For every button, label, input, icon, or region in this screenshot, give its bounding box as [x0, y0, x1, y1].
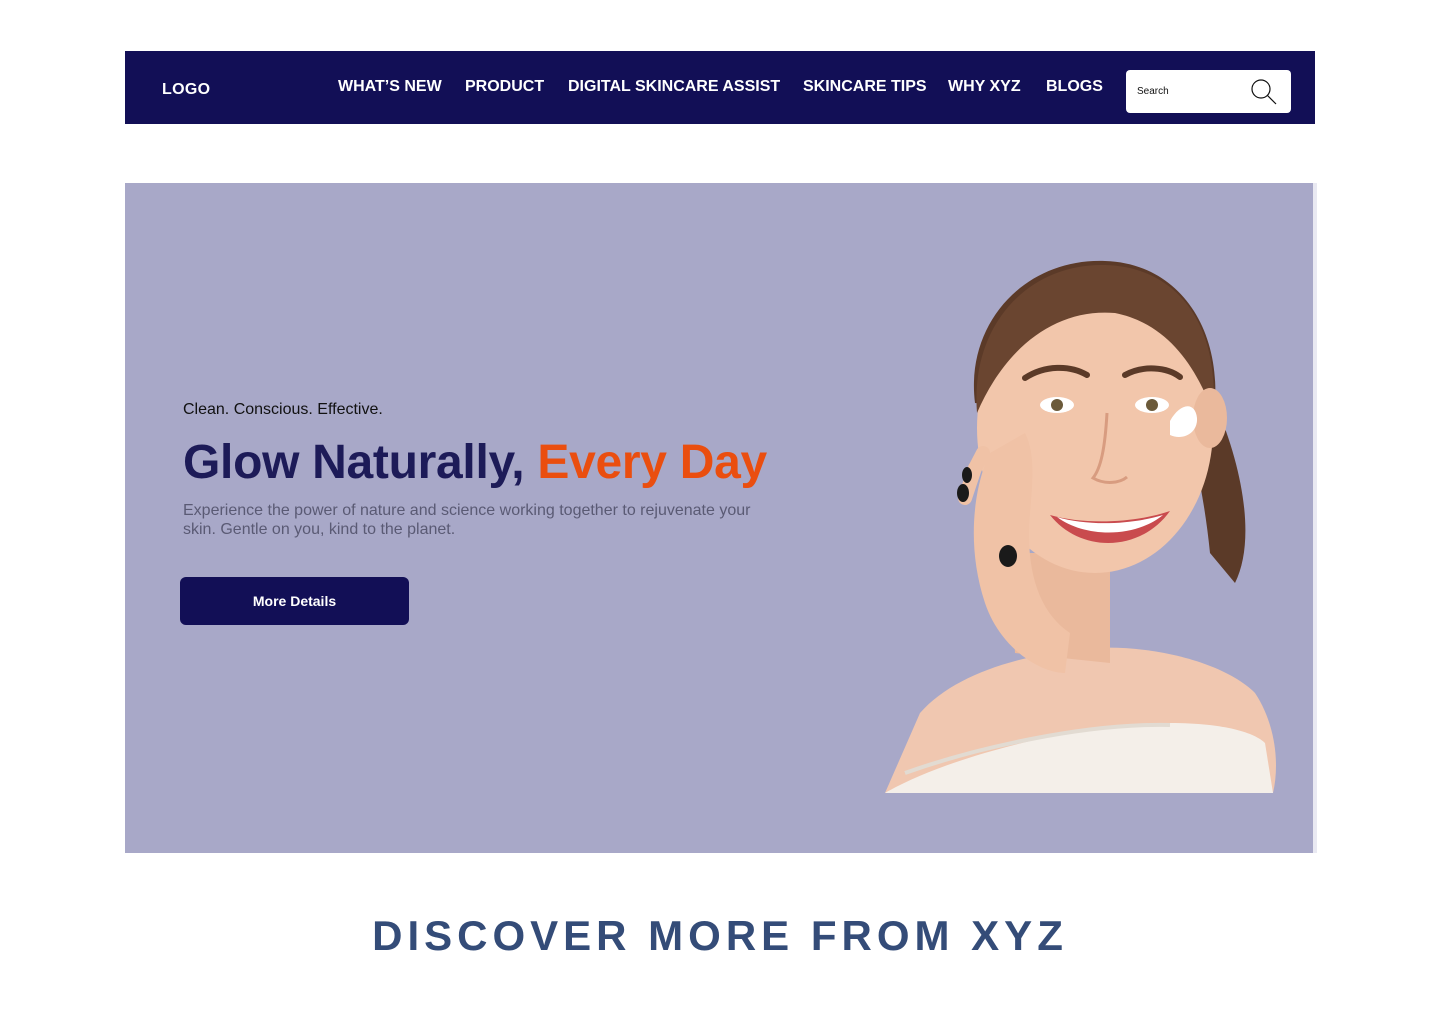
nav-link-skincare-tips[interactable]: SKINCARE TIPS	[803, 78, 927, 96]
nav-link-digital-skincare-assist[interactable]: DIGITAL SKINCARE ASSIST	[568, 78, 780, 96]
search-box	[1126, 70, 1291, 113]
hero-title-accent: Every Day	[537, 436, 767, 489]
search-icon	[1251, 79, 1277, 105]
hero-banner: Clean. Conscious. Effective. Glow Natura…	[125, 183, 1313, 853]
nav-link-product[interactable]: PRODUCT	[465, 78, 544, 96]
navbar: LOGO WHAT’S NEW PRODUCT DIGITAL SKINCARE…	[125, 51, 1315, 124]
logo[interactable]: LOGO	[162, 81, 210, 99]
discover-section-title: DISCOVER MORE FROM XYZ	[372, 912, 1068, 959]
more-details-button[interactable]: More Details	[180, 577, 409, 625]
hero-description: Experience the power of nature and scien…	[183, 502, 751, 538]
hero-edge-divider	[1313, 183, 1317, 853]
nav-link-why-xyz[interactable]: WHY XYZ	[948, 78, 1021, 96]
hero-tagline: Clean. Conscious. Effective.	[183, 401, 383, 418]
hero-model-image	[885, 260, 1276, 793]
nav-link-whats-new[interactable]: WHAT’S NEW	[338, 78, 442, 96]
search-input[interactable]	[1132, 76, 1242, 107]
hero-title: Glow Naturally, Every Day	[183, 435, 767, 490]
search-button[interactable]	[1248, 77, 1280, 107]
nav-link-blogs[interactable]: BLOGS	[1046, 78, 1103, 96]
hero-title-main: Glow Naturally,	[183, 436, 525, 489]
